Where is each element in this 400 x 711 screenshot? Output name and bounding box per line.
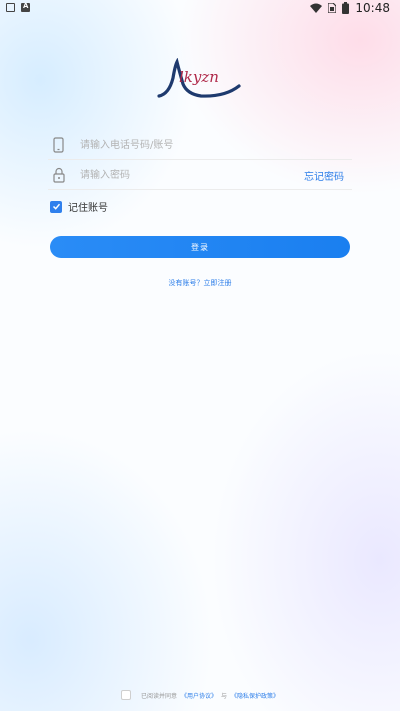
- forgot-password-link[interactable]: 忘记密码: [304, 168, 344, 183]
- status-bar: 10:48: [0, 0, 400, 18]
- agreement-row: 已阅读并同意 《用户协议》 与 《隐私保护政策》: [0, 690, 400, 700]
- status-left: [6, 2, 30, 12]
- phone-input[interactable]: [80, 134, 290, 156]
- privacy-policy-link[interactable]: 《隐私保护政策》: [231, 691, 279, 700]
- phone-row: [48, 130, 352, 160]
- check-icon: [52, 203, 60, 210]
- password-input[interactable]: [80, 164, 290, 186]
- remember-label: 记住账号: [68, 203, 108, 214]
- app-logo: lkyzn: [155, 57, 245, 100]
- app-a-icon: [21, 2, 30, 12]
- wifi-icon: [310, 3, 323, 13]
- battery-icon: [342, 2, 350, 14]
- password-row: 忘记密码: [48, 160, 352, 190]
- register-link[interactable]: 没有账号？立即注册: [0, 278, 400, 288]
- agreement-and: 与: [221, 692, 228, 700]
- status-time: 10:48: [355, 1, 390, 15]
- notification-icon: [6, 3, 15, 12]
- agreement-checkbox[interactable]: [120, 690, 131, 700]
- agreement-prefix: 已阅读并同意: [140, 692, 177, 700]
- login-button[interactable]: 登录: [50, 236, 350, 258]
- remember-checkbox[interactable]: [50, 200, 62, 213]
- svg-text:lkyzn: lkyzn: [179, 68, 219, 86]
- remember-account: 记住账号: [50, 199, 108, 214]
- lock-icon: [53, 167, 65, 183]
- status-right: 10:48: [310, 1, 390, 15]
- user-agreement-link[interactable]: 《用户协议》: [181, 691, 217, 700]
- phone-icon: [53, 137, 64, 153]
- sim-icon: [328, 3, 337, 13]
